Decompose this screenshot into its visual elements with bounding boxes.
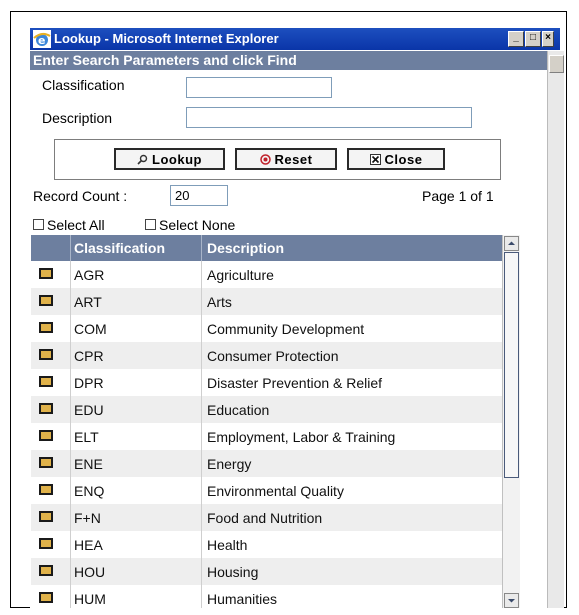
table-row[interactable]: EDU Education: [31, 396, 502, 423]
row-description: Consumer Protection: [207, 348, 339, 364]
table-row[interactable]: ENE Energy: [31, 450, 502, 477]
maximize-button[interactable]: □: [525, 31, 541, 47]
row-description: Housing: [207, 564, 259, 580]
close-button-label: Close: [384, 151, 423, 167]
row-classification: CPR: [74, 348, 104, 364]
row-classification: ART: [74, 294, 102, 310]
row-classification: ENE: [74, 456, 103, 472]
select-none-label: Select None: [159, 217, 236, 233]
row-classification: ENQ: [74, 483, 105, 499]
magnifier-icon: [137, 154, 148, 165]
row-description: Arts: [207, 294, 232, 310]
reset-button-label: Reset: [274, 151, 313, 167]
scroll-up-arrow[interactable]: [504, 236, 519, 251]
results-grid: Classification Description AGR Agricultur…: [31, 235, 520, 608]
window-scroll-thumb[interactable]: [549, 55, 564, 73]
table-row[interactable]: DPR Disaster Prevention & Relief: [31, 369, 502, 396]
row-select-icon[interactable]: [39, 430, 53, 441]
svg-text:e: e: [38, 34, 45, 47]
row-select-icon[interactable]: [39, 484, 53, 495]
column-header-classification[interactable]: Classification: [74, 240, 165, 256]
row-description: Health: [207, 537, 248, 553]
row-classification: F+N: [74, 510, 101, 526]
column-divider: [70, 261, 71, 608]
chevron-down-icon: [508, 599, 515, 603]
table-row[interactable]: AGR Agriculture: [31, 261, 502, 288]
scroll-down-arrow[interactable]: [504, 593, 519, 608]
table-row[interactable]: HUM Humanities: [31, 585, 502, 608]
row-select-icon[interactable]: [39, 592, 53, 603]
table-row[interactable]: HOU Housing: [31, 558, 502, 585]
internet-explorer-icon: e: [33, 30, 51, 48]
lookup-button[interactable]: Lookup: [114, 148, 225, 170]
row-description: Community Development: [207, 321, 365, 337]
row-description: Humanities: [207, 591, 278, 607]
table-row[interactable]: ELT Employment, Labor & Training: [31, 423, 502, 450]
search-header: Enter Search Parameters and click Find: [30, 51, 547, 70]
row-classification: AGR: [74, 267, 105, 283]
row-select-icon[interactable]: [39, 295, 53, 306]
select-none-checkbox[interactable]: [145, 219, 156, 230]
row-classification: HEA: [74, 537, 103, 553]
table-row[interactable]: CPR Consumer Protection: [31, 342, 502, 369]
reset-button[interactable]: Reset: [235, 148, 337, 170]
row-description: Food and Nutrition: [207, 510, 323, 526]
select-all-label: Select All: [47, 217, 105, 233]
row-classification: DPR: [74, 375, 104, 391]
window-scrollbar[interactable]: [547, 51, 564, 608]
reset-icon: [259, 153, 271, 165]
table-row[interactable]: F+N Food and Nutrition: [31, 504, 502, 531]
search-header-text: Enter Search Parameters and click Find: [33, 52, 297, 68]
close-button[interactable]: Close: [347, 148, 445, 170]
row-description: Environmental Quality: [207, 483, 344, 499]
select-all-checkbox[interactable]: [33, 219, 44, 230]
row-classification: COM: [74, 321, 107, 337]
header-separator: [70, 235, 71, 261]
column-header-description[interactable]: Description: [207, 240, 284, 256]
record-count-label: Record Count :: [33, 188, 128, 204]
close-icon: [369, 153, 381, 165]
page-info: Page 1 of 1: [422, 188, 494, 204]
column-divider: [201, 261, 202, 608]
row-classification: ELT: [74, 429, 99, 445]
record-count-input[interactable]: [170, 185, 228, 206]
row-description: Employment, Labor & Training: [207, 429, 396, 445]
row-description: Disaster Prevention & Relief: [207, 375, 383, 391]
table-row[interactable]: HEA Health: [31, 531, 502, 558]
row-classification: EDU: [74, 402, 104, 418]
grid-scroll-thumb[interactable]: [504, 252, 519, 478]
table-row[interactable]: ART Arts: [31, 288, 502, 315]
table-row[interactable]: COM Community Development: [31, 315, 502, 342]
row-select-icon[interactable]: [39, 538, 53, 549]
row-description: Agriculture: [207, 267, 274, 283]
row-description: Energy: [207, 456, 252, 472]
classification-label: Classification: [42, 77, 125, 93]
window-title: Lookup - Microsoft Internet Explorer: [54, 31, 279, 46]
description-label: Description: [42, 110, 113, 126]
classification-input[interactable]: [186, 77, 332, 98]
button-panel: Lookup Reset Close: [54, 139, 501, 180]
row-select-icon[interactable]: [39, 457, 53, 468]
row-select-icon[interactable]: [39, 376, 53, 387]
close-window-button[interactable]: ×: [542, 31, 554, 47]
description-input[interactable]: [186, 107, 472, 128]
table-row[interactable]: ENQ Environmental Quality: [31, 477, 502, 504]
lookup-window: e Lookup - Microsoft Internet Explorer _…: [30, 28, 564, 608]
grid-header: Classification Description: [31, 235, 502, 261]
grid-scrollbar[interactable]: [502, 235, 520, 608]
row-select-icon[interactable]: [39, 511, 53, 522]
row-select-icon[interactable]: [39, 565, 53, 576]
row-select-icon[interactable]: [39, 322, 53, 333]
row-description: Education: [207, 402, 270, 418]
minimize-button[interactable]: _: [508, 31, 524, 47]
lookup-button-label: Lookup: [152, 151, 202, 167]
header-separator: [201, 235, 202, 261]
row-classification: HUM: [74, 591, 106, 607]
title-bar: e Lookup - Microsoft Internet Explorer _…: [30, 28, 560, 50]
row-select-icon[interactable]: [39, 403, 53, 414]
chevron-up-icon: [508, 241, 515, 245]
row-classification: HOU: [74, 564, 106, 580]
row-select-icon[interactable]: [39, 349, 53, 360]
row-select-icon[interactable]: [39, 268, 53, 279]
